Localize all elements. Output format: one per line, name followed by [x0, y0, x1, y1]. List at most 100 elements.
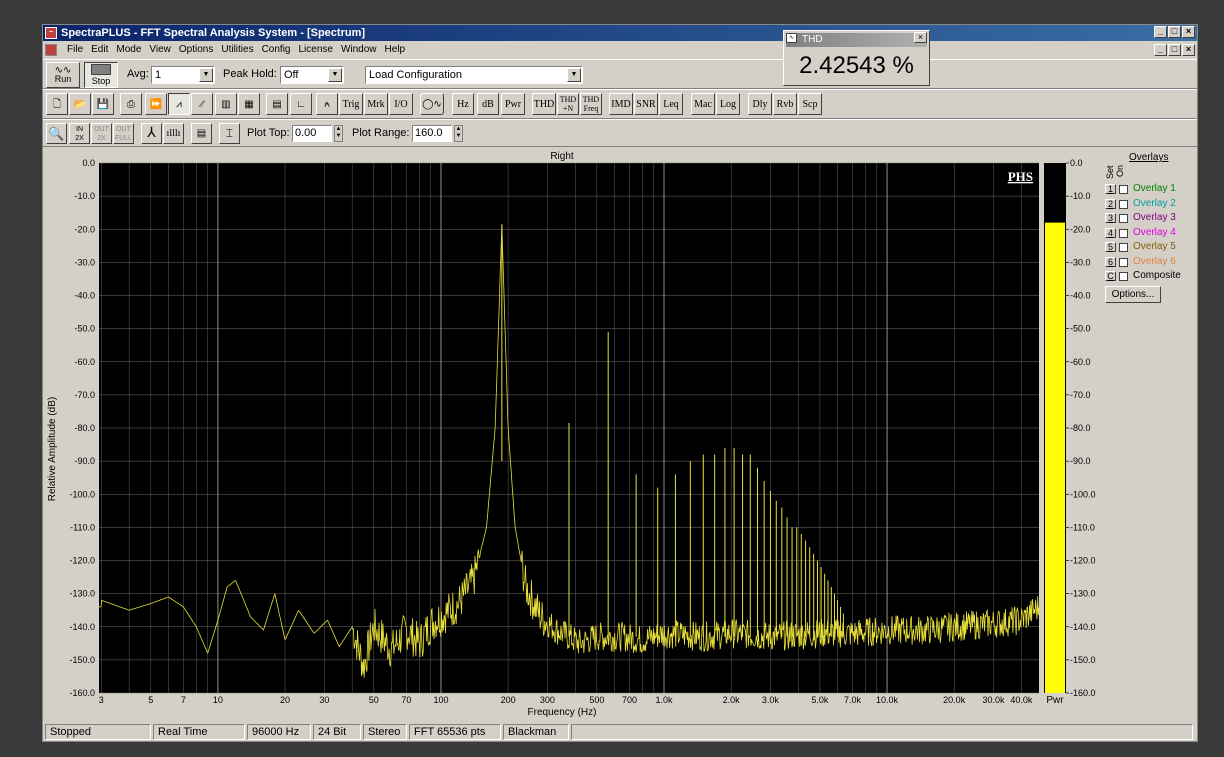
- marker-button[interactable]: Mrk: [364, 93, 388, 115]
- thd-close-button[interactable]: ×: [914, 32, 927, 43]
- overlay-set-button[interactable]: 4: [1105, 227, 1116, 238]
- plot-range-input[interactable]: 160.0: [412, 125, 452, 142]
- line-plot-icon[interactable]: ⅄: [141, 123, 162, 144]
- snr-button[interactable]: SNR: [634, 93, 658, 115]
- print-icon[interactable]: ⎙: [120, 93, 142, 115]
- doc-minimize-button[interactable]: _: [1154, 44, 1167, 56]
- zoom-out-2x-button[interactable]: OUT 2X: [91, 123, 112, 144]
- app-icon[interactable]: ~: [45, 27, 57, 39]
- bar-plot-icon[interactable]: ılllı: [163, 123, 184, 144]
- 3d-surface-icon[interactable]: ▦: [238, 93, 260, 115]
- menu-file[interactable]: File: [63, 42, 87, 58]
- reverb-button[interactable]: Rvb: [773, 93, 797, 115]
- thd-meter-window[interactable]: THD ∿ × 2.42543 %: [783, 30, 930, 86]
- overlay-set-button[interactable]: 3: [1105, 213, 1116, 223]
- zoom-magnifier-icon[interactable]: 🔍: [46, 123, 67, 144]
- plot-top-input[interactable]: 0.00: [292, 125, 332, 142]
- menu-license[interactable]: License: [294, 42, 336, 58]
- imd-button[interactable]: IMD: [609, 93, 633, 115]
- menu-window[interactable]: Window: [337, 42, 381, 58]
- plot-properties-icon[interactable]: ▤: [191, 123, 212, 144]
- y-tick-label: -90.0: [74, 456, 95, 466]
- overlay-checkbox[interactable]: [1119, 214, 1128, 223]
- menu-options[interactable]: Options: [175, 42, 217, 58]
- doc-close-button[interactable]: ×: [1182, 44, 1195, 56]
- x-tick-label: 700: [622, 695, 637, 705]
- peak-hold-select[interactable]: Off ▼: [280, 66, 344, 84]
- overlay-checkbox[interactable]: [1119, 257, 1128, 267]
- document-icon[interactable]: [45, 44, 57, 56]
- scale-settings-icon[interactable]: ▤: [266, 93, 288, 115]
- spectrum-mode-icon[interactable]: ⩘: [168, 93, 190, 115]
- x-tick-label: 7.0k: [844, 695, 862, 705]
- y-tick-label: -10.0: [74, 191, 95, 201]
- overlay-set-button[interactable]: 1: [1105, 184, 1116, 194]
- dropdown-arrow-icon[interactable]: ▼: [328, 68, 342, 82]
- time-series-icon[interactable]: ∕∕: [191, 93, 213, 115]
- thd-freq-button[interactable]: THD Freq: [580, 93, 602, 115]
- thd-button[interactable]: THD: [532, 93, 556, 115]
- overlay-set-button[interactable]: 6: [1105, 256, 1116, 267]
- open-folder-icon[interactable]: 📂: [69, 93, 91, 115]
- overlay-options-button[interactable]: Options...: [1105, 286, 1161, 303]
- overlay-checkbox[interactable]: [1119, 272, 1128, 281]
- overlay-checkbox[interactable]: [1119, 228, 1128, 238]
- new-file-icon[interactable]: 🗋: [46, 93, 68, 115]
- spectrum-chart[interactable]: 0.0 -10.0 -20.0 -30.0 -40.0 -50.0 -60.0 -70.0 -8…: [43, 149, 1197, 719]
- overlay-set-button[interactable]: 5: [1105, 242, 1116, 252]
- menu-config[interactable]: Config: [258, 42, 295, 58]
- bargraph-tick-label: -20.0: [1070, 224, 1091, 234]
- x-tick-label: 50: [369, 695, 379, 705]
- stop-button[interactable]: Stop: [84, 62, 118, 88]
- log-button[interactable]: Log: [716, 93, 740, 115]
- save-icon[interactable]: 💾: [92, 93, 114, 115]
- overlays-panel: Overlays Set On 1 Overlay 1 2 Overlay 2 3 Ove…: [1105, 149, 1197, 309]
- zoom-in-2x-button[interactable]: IN 2X: [69, 123, 90, 144]
- configuration-select[interactable]: Load Configuration ▼: [365, 66, 583, 84]
- overlays-title: Overlays: [1129, 152, 1169, 163]
- menu-mode[interactable]: Mode: [112, 42, 145, 58]
- menu-edit[interactable]: Edit: [87, 42, 112, 58]
- doc-restore-button[interactable]: □: [1168, 44, 1181, 56]
- plot-top-spinner[interactable]: ▲ ▼: [334, 125, 343, 142]
- power-button[interactable]: Pwr: [501, 93, 525, 115]
- avg-select[interactable]: 1 ▼: [151, 66, 215, 84]
- close-button[interactable]: ×: [1182, 26, 1195, 38]
- scope-button[interactable]: Scp: [798, 93, 822, 115]
- x-tick-label: 20: [280, 695, 290, 705]
- minimize-button[interactable]: _: [1154, 26, 1167, 38]
- io-button[interactable]: I/O: [389, 93, 413, 115]
- dropdown-arrow-icon[interactable]: ▼: [199, 68, 213, 82]
- menu-utilities[interactable]: Utilities: [217, 42, 257, 58]
- bargraph-tick-label: 0.0: [1070, 158, 1083, 168]
- macro-button[interactable]: Mac: [691, 93, 715, 115]
- thd-n-button[interactable]: THD +N: [557, 93, 579, 115]
- menu-view[interactable]: View: [145, 42, 175, 58]
- generator-sine-icon[interactable]: ◯∿: [420, 93, 444, 115]
- db-button[interactable]: dB: [477, 93, 499, 115]
- zoom-out-full-button[interactable]: OUT FULL: [113, 123, 134, 144]
- hz-button[interactable]: Hz: [452, 93, 474, 115]
- cursor-icon[interactable]: ⌶: [219, 123, 240, 144]
- plot-range-spinner[interactable]: ▲ ▼: [454, 125, 463, 142]
- overlay-checkbox[interactable]: [1119, 199, 1128, 209]
- overlay-checkbox[interactable]: [1119, 243, 1128, 252]
- status-panel: Real Time: [153, 724, 245, 740]
- delay-button[interactable]: Dly: [748, 93, 772, 115]
- run-button[interactable]: ∿∿ Run: [46, 62, 80, 88]
- fast-forward-icon[interactable]: ⏩: [145, 93, 167, 115]
- maximize-button[interactable]: □: [1168, 26, 1181, 38]
- spectrogram-icon[interactable]: ▥: [215, 93, 237, 115]
- y-axis-label: Relative Amplitude (dB): [47, 397, 58, 502]
- bargraph-tick-label: -100.0: [1070, 489, 1096, 499]
- dropdown-arrow-icon[interactable]: ▼: [567, 68, 581, 82]
- signal-generator-icon[interactable]: ⍲: [316, 93, 338, 115]
- trigger-button[interactable]: Trig: [339, 93, 363, 115]
- menu-help[interactable]: Help: [381, 42, 410, 58]
- overlay-set-button[interactable]: 2: [1105, 198, 1116, 209]
- overlay-set-button[interactable]: C: [1105, 271, 1116, 281]
- axis-settings-icon[interactable]: ∟: [290, 93, 312, 115]
- overlay-checkbox[interactable]: [1119, 185, 1128, 194]
- leq-button[interactable]: Leq: [659, 93, 683, 115]
- bargraph-tick-label: -40.0: [1070, 291, 1091, 301]
